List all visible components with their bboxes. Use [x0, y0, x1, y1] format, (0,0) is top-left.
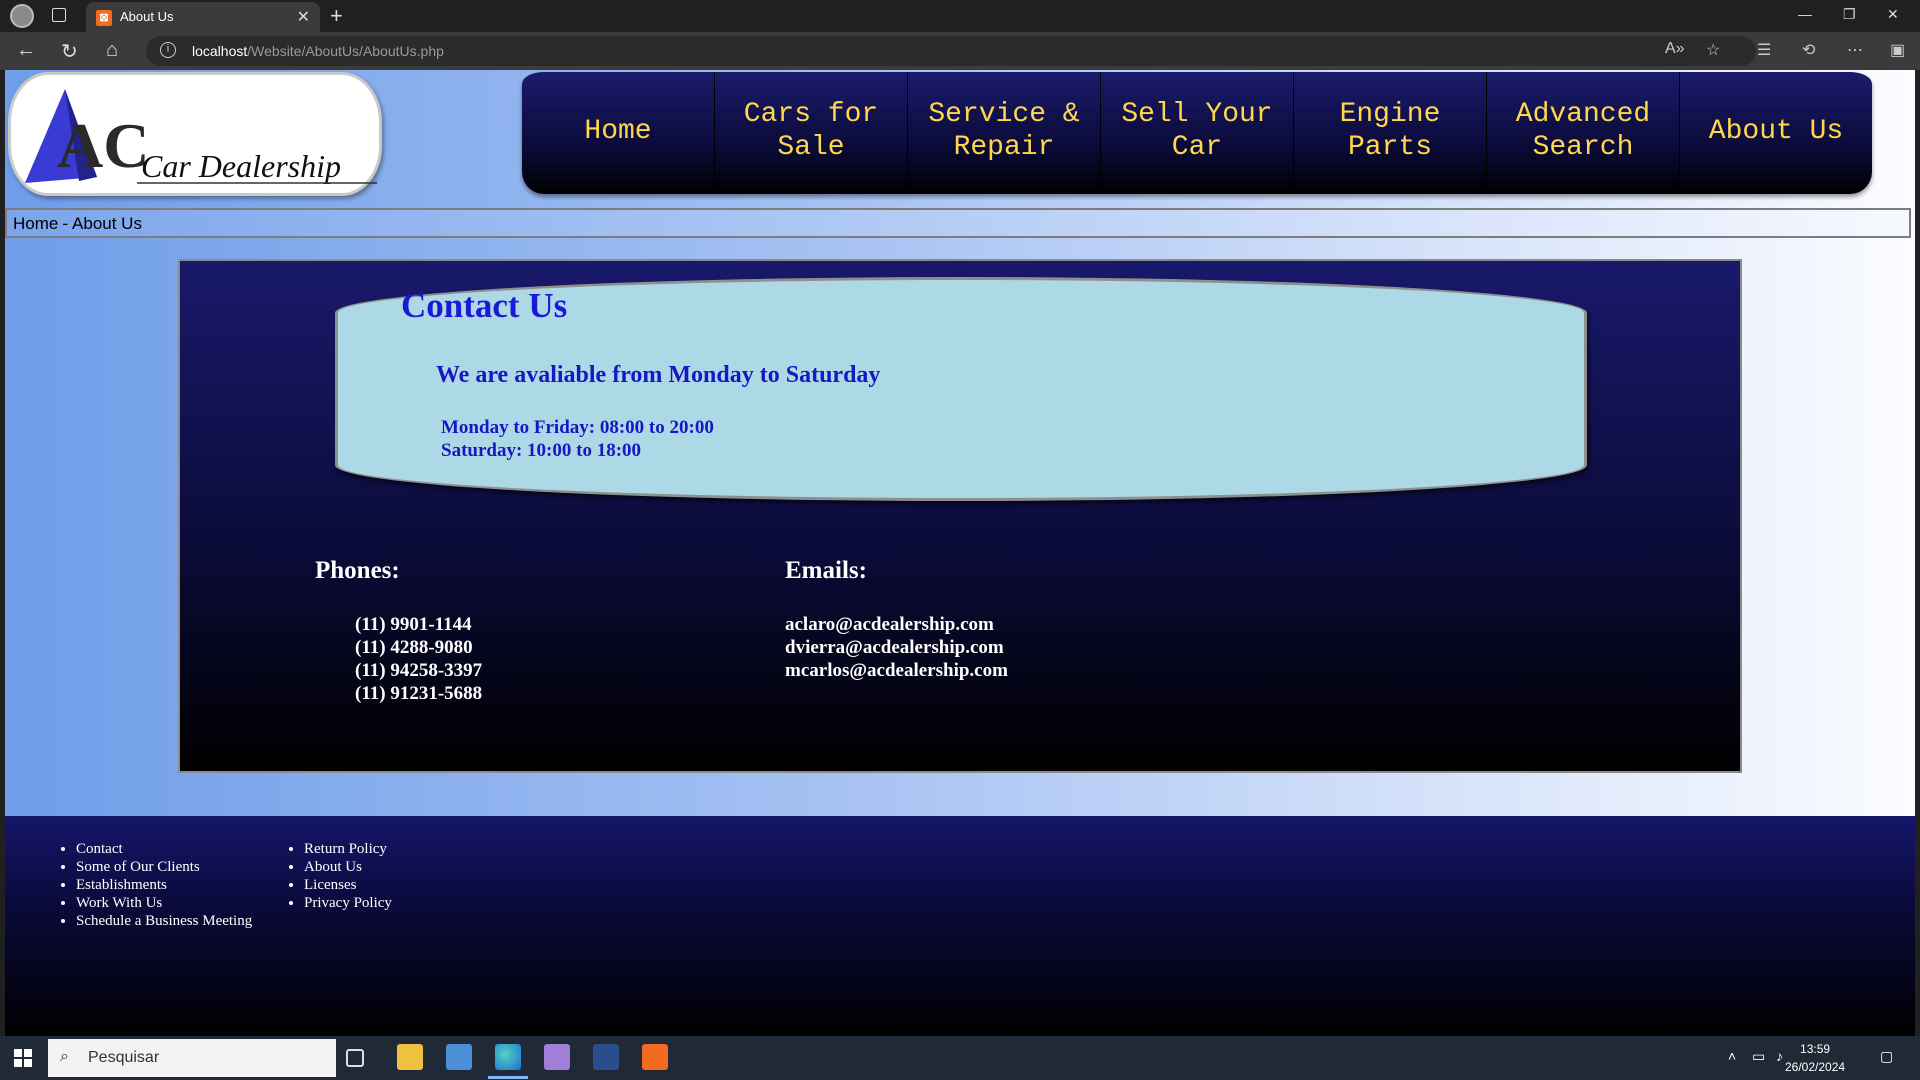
favorite-star-icon[interactable]: ☆ — [1706, 40, 1720, 60]
file-explorer-icon[interactable] — [397, 1044, 423, 1070]
main-navigation: Home Cars for Sale Service & Repair Sell… — [522, 72, 1872, 194]
nav-cars-for-sale[interactable]: Cars for Sale — [715, 72, 908, 194]
tray-chevron-icon[interactable]: ˄ — [1728, 1048, 1736, 1064]
windows-taskbar: ⌕ Pesquisar ˄ ▭ ♪ 13:59 26/02/2024 ▢ — [0, 1036, 1920, 1080]
minimize-icon[interactable]: — — [1798, 6, 1812, 22]
contact-hours-box: Contact Us We are avaliable from Monday … — [335, 277, 1587, 501]
footer-link-contact[interactable]: Contact — [76, 840, 252, 858]
footer-link-privacy-policy[interactable]: Privacy Policy — [304, 894, 392, 912]
logo-letters: AC — [57, 110, 149, 181]
email-address: dvierra@acdealership.com — [785, 637, 1004, 658]
clock-time: 13:59 — [1800, 1042, 1831, 1056]
restore-icon[interactable]: ❐ — [1843, 6, 1856, 23]
taskbar-search-placeholder: Pesquisar — [88, 1049, 160, 1066]
taskbar-clock[interactable]: 13:59 26/02/2024 — [1785, 1040, 1845, 1076]
xampp-favicon-icon: ⊠ — [96, 10, 112, 26]
search-icon: ⌕ — [60, 1048, 69, 1065]
address-bar[interactable]: i localhost/Website/AboutUs/AboutUs.php — [146, 36, 1756, 66]
site-logo[interactable]: AC Car Dealership — [8, 72, 382, 196]
nav-advanced-search[interactable]: Advanced Search — [1487, 72, 1680, 194]
breadcrumb: Home - About Us — [5, 208, 1911, 238]
email-address: mcarlos@acdealership.com — [785, 660, 1008, 681]
footer-link-licenses[interactable]: Licenses — [304, 876, 392, 894]
footer-links-col1: Contact Some of Our Clients Establishmen… — [56, 840, 252, 930]
network-icon[interactable]: ▭ — [1752, 1048, 1765, 1065]
footer-link-about-us[interactable]: About Us — [304, 858, 392, 876]
phone-number: (11) 91231-5688 — [355, 683, 483, 704]
profile-avatar-icon[interactable] — [10, 4, 34, 28]
hours-weekdays: Monday to Friday: 08:00 to 20:00 — [441, 417, 714, 438]
notifications-icon[interactable]: ▢ — [1880, 1048, 1893, 1065]
logo-graphic: AC Car Dealership — [25, 89, 377, 184]
url-host: localhost — [192, 43, 248, 59]
more-menu-icon[interactable]: ⋯ — [1847, 40, 1863, 60]
close-window-icon[interactable]: ✕ — [1887, 6, 1899, 23]
contact-title: Contact Us — [401, 286, 568, 325]
phone-number: (11) 9901-1144 — [355, 614, 472, 635]
phone-number: (11) 94258-3397 — [355, 660, 483, 681]
sidebar-icon[interactable]: ▣ — [1890, 40, 1905, 60]
clock-date: 26/02/2024 — [1785, 1060, 1846, 1074]
browser-tab-bar: ⊠ About Us ✕ + — ❐ ✕ — [0, 0, 1920, 32]
app-icon[interactable] — [446, 1044, 472, 1070]
footer-link-business-meeting[interactable]: Schedule a Business Meeting — [76, 912, 252, 930]
footer-link-work-with-us[interactable]: Work With Us — [76, 894, 252, 912]
breadcrumb-current: About Us — [72, 214, 142, 233]
history-icon[interactable]: ⟲ — [1802, 40, 1815, 60]
edge-browser-icon[interactable] — [495, 1044, 521, 1070]
about-content-panel: Contact Us We are avaliable from Monday … — [178, 259, 1742, 773]
active-app-indicator — [488, 1076, 528, 1079]
nav-home[interactable]: Home — [522, 72, 715, 194]
site-info-icon[interactable]: i — [160, 42, 176, 58]
tab-close-icon[interactable]: ✕ — [297, 7, 310, 27]
page-footer: Contact Some of Our Clients Establishmen… — [5, 816, 1915, 1036]
nav-about-us[interactable]: About Us — [1680, 72, 1872, 194]
breadcrumb-separator: - — [62, 214, 69, 233]
task-view-icon[interactable] — [346, 1049, 364, 1067]
hours-saturday: Saturday: 10:00 to 18:00 — [441, 440, 642, 461]
tab-title: About Us — [120, 9, 174, 24]
availability-text: We are avaliable from Monday to Saturday — [436, 362, 881, 388]
code-editor-icon[interactable] — [593, 1044, 619, 1070]
nav-service-repair[interactable]: Service & Repair — [908, 72, 1101, 194]
phone-number: (11) 4288-9080 — [355, 637, 473, 658]
favorites-icon[interactable]: ☰ — [1757, 40, 1771, 60]
tab-actions-icon[interactable] — [52, 8, 66, 22]
new-tab-icon[interactable]: + — [330, 3, 343, 29]
web-page: AC Car Dealership Home Cars for Sale Ser… — [5, 70, 1915, 1036]
emails-list: aclaro@acdealership.com dvierra@acdealer… — [785, 613, 1008, 682]
footer-link-clients[interactable]: Some of Our Clients — [76, 858, 252, 876]
nav-engine-parts[interactable]: Engine Parts — [1294, 72, 1487, 194]
xampp-icon[interactable] — [642, 1044, 668, 1070]
home-icon[interactable]: ⌂ — [106, 39, 118, 62]
footer-link-establishments[interactable]: Establishments — [76, 876, 252, 894]
read-aloud-icon[interactable]: A» — [1665, 40, 1685, 58]
logo-text: Car Dealership — [141, 148, 341, 184]
hours-list: Monday to Friday: 08:00 to 20:00 Saturda… — [441, 416, 714, 462]
volume-icon[interactable]: ♪ — [1776, 1048, 1783, 1064]
nav-sell-your-car[interactable]: Sell Your Car — [1101, 72, 1294, 194]
windows-start-icon[interactable] — [14, 1049, 32, 1067]
url-path: /Website/AboutUs/AboutUs.php — [247, 43, 444, 59]
email-address: aclaro@acdealership.com — [785, 614, 994, 635]
back-icon[interactable]: ← — [16, 39, 36, 62]
refresh-icon[interactable]: ↻ — [61, 39, 78, 64]
address-toolbar: ← ↻ ⌂ i localhost/Website/AboutUs/AboutU… — [0, 32, 1920, 70]
footer-links-col2: Return Policy About Us Licenses Privacy … — [284, 840, 392, 912]
phones-list: (11) 9901-1144 (11) 4288-9080 (11) 94258… — [355, 613, 482, 705]
3d-app-icon[interactable] — [544, 1044, 570, 1070]
phones-heading: Phones: — [315, 557, 400, 584]
url-text[interactable]: localhost/Website/AboutUs/AboutUs.php — [192, 43, 444, 59]
emails-heading: Emails: — [785, 557, 867, 584]
taskbar-search[interactable]: ⌕ Pesquisar — [48, 1039, 336, 1077]
breadcrumb-home[interactable]: Home — [13, 214, 58, 233]
footer-link-return-policy[interactable]: Return Policy — [304, 840, 392, 858]
browser-tab-active[interactable]: ⊠ About Us ✕ — [86, 2, 320, 32]
